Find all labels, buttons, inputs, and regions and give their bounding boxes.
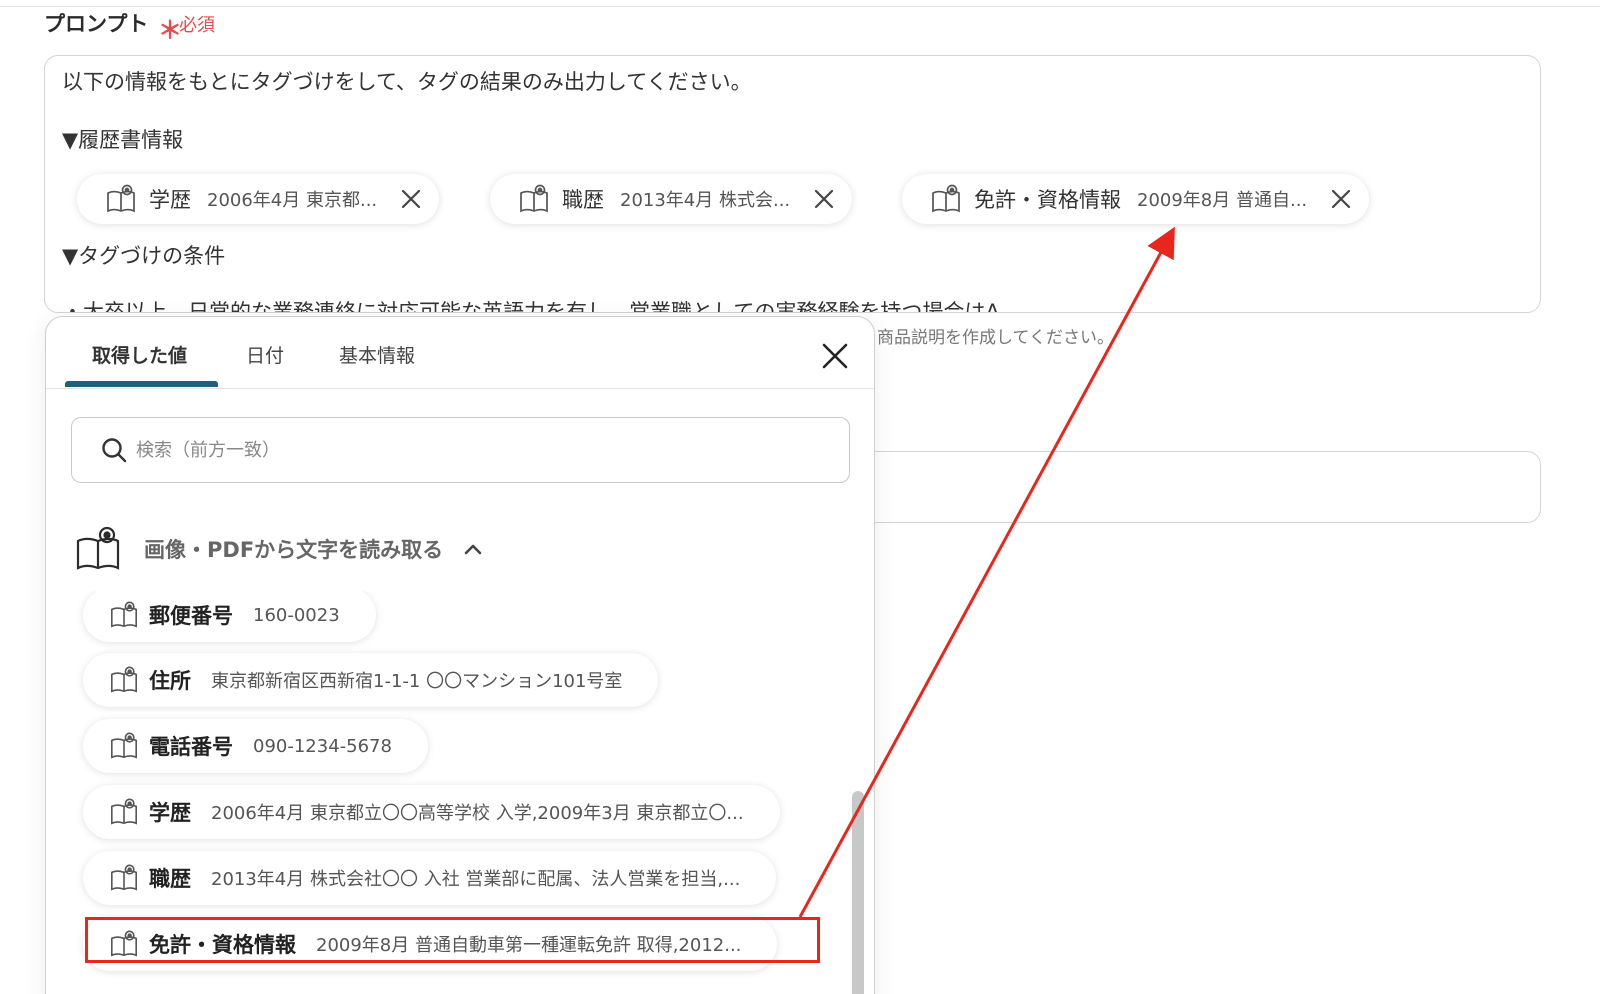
required-label: 必須 [179, 15, 215, 36]
chip-value: 2009年8月 普通自... [1137, 190, 1308, 211]
item-name: 住所 [149, 669, 191, 693]
chip-name: 職歴 [562, 188, 604, 212]
book-eye-icon [930, 182, 964, 216]
tab-divider [46, 388, 874, 389]
prompt-line-conditions-heading: ▼タグづけの条件 [62, 244, 226, 268]
item-value: 160-0023 [253, 604, 340, 626]
item-name: 職歴 [149, 867, 191, 891]
book-eye-icon [109, 731, 139, 761]
close-icon[interactable] [397, 185, 425, 213]
book-eye-icon [109, 600, 139, 630]
chevron-up-icon[interactable] [463, 542, 483, 556]
list-item[interactable]: 職歴 2013年4月 株式会社〇〇 入社 営業部に配属、法人営業を担当,... [83, 851, 777, 905]
annotation-highlight-box [85, 917, 820, 963]
list-item[interactable]: 電話番号 090-1234-5678 [83, 719, 428, 773]
item-name: 学歴 [149, 801, 191, 825]
book-eye-icon [105, 182, 139, 216]
close-icon[interactable] [1327, 185, 1355, 213]
search-input[interactable] [136, 439, 816, 461]
list-item[interactable]: 郵便番号 160-0023 [83, 591, 376, 642]
secondary-input[interactable] [860, 451, 1541, 523]
tab-acquired-values[interactable]: 取得した値 [92, 341, 187, 368]
field-label: プロンプト [44, 12, 149, 36]
chip-value: 2013年4月 株式会... [620, 190, 791, 211]
tab-basic-info[interactable]: 基本情報 [339, 341, 415, 368]
chip-value: 2006年4月 東京都... [207, 190, 378, 211]
book-eye-icon [109, 797, 139, 827]
item-value: 090-1234-5678 [253, 735, 392, 757]
prompt-textarea[interactable]: 以下の情報をもとにタグづけをして、タグの結果のみ出力してください。 ▼履歴書情報… [44, 55, 1541, 313]
item-value: 2006年4月 東京都立〇〇高等学校 入学,2009年3月 東京都立〇... [211, 803, 744, 824]
list-item[interactable]: 学歴 2006年4月 東京都立〇〇高等学校 入学,2009年3月 東京都立〇..… [83, 785, 780, 839]
chip-career[interactable]: 職歴 2013年4月 株式会... [490, 174, 853, 224]
book-eye-icon [518, 182, 552, 216]
book-eye-icon [76, 526, 120, 570]
value-picker-popover: 取得した値 日付 基本情報 画像・PDFから文字を読み取る 郵便番号 160-0… [45, 316, 875, 994]
item-name: 電話番号 [149, 735, 233, 759]
item-value: 東京都新宿区西新宿1-1-1 〇〇マンション101号室 [211, 671, 623, 692]
search-icon [102, 438, 127, 463]
book-eye-icon [109, 863, 139, 893]
group-header[interactable]: 画像・PDFから文字を読み取る [74, 525, 483, 573]
group-label: 画像・PDFから文字を読み取る [144, 538, 444, 562]
chip-licenses[interactable]: 免許・資格情報 2009年8月 普通自... [902, 174, 1370, 224]
search-field[interactable] [71, 417, 850, 483]
list-item[interactable]: 住所 東京都新宿区西新宿1-1-1 〇〇マンション101号室 [83, 653, 659, 707]
chip-education[interactable]: 学歴 2006年4月 東京都... [77, 174, 440, 224]
chip-name: 免許・資格情報 [974, 188, 1121, 212]
book-eye-icon [109, 665, 139, 695]
chip-name: 学歴 [149, 188, 191, 212]
prompt-line-intro: 以下の情報をもとにタグづけをして、タグの結果のみ出力してください。 [62, 70, 752, 94]
close-icon[interactable] [810, 185, 838, 213]
prompt-line-condition: ・大卒以上、日常的な業務連絡に対応可能な英語力を有し、営業職としての実務経験を持… [62, 300, 1000, 313]
prompt-line-resume-heading: ▼履歴書情報 [62, 128, 184, 152]
top-divider [0, 6, 1600, 7]
close-icon[interactable] [818, 339, 852, 373]
active-tab-indicator [65, 381, 218, 387]
item-name: 郵便番号 [149, 604, 233, 628]
tab-date[interactable]: 日付 [246, 341, 284, 368]
scrollbar-thumb[interactable] [852, 791, 864, 994]
hint-text: 商品説明を作成してください。 [877, 328, 1114, 348]
item-value: 2013年4月 株式会社〇〇 入社 営業部に配属、法人営業を担当,... [211, 869, 741, 890]
